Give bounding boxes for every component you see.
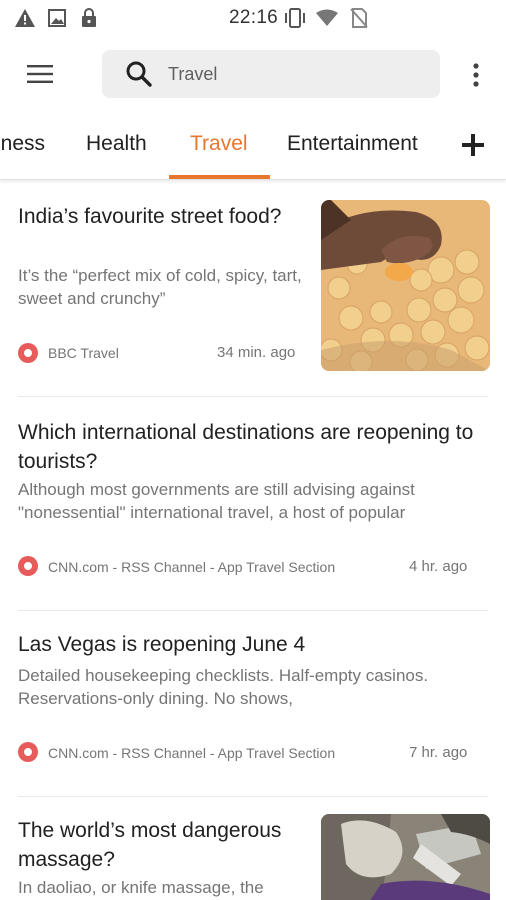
article-card[interactable]: The world’s most dangerous massage? In d… [0, 798, 506, 900]
wifi-icon [316, 7, 338, 29]
article-title: The world’s most dangerous massage? [18, 819, 282, 871]
article-source: CNN.com - RSS Channel - App Travel Secti… [48, 745, 336, 761]
tab-entertainment[interactable]: Entertainment [287, 132, 418, 156]
source-logo-icon [18, 556, 38, 576]
article-time: 7 hr. ago [409, 744, 468, 761]
article-source: CNN.com - RSS Channel - App Travel Secti… [48, 559, 336, 575]
source-logo-icon [18, 742, 38, 762]
article-time: 34 min. ago [217, 344, 296, 361]
no-sim-icon [348, 7, 370, 29]
divider [18, 796, 488, 797]
tab-business[interactable]: iness [0, 132, 45, 156]
category-tabs: iness Health Travel Entertainment [0, 112, 506, 180]
top-toolbar [0, 36, 506, 112]
status-bar: 22:16 [0, 0, 506, 36]
add-tab-icon[interactable] [460, 132, 486, 158]
vibrate-icon [284, 7, 306, 29]
more-options-button[interactable] [462, 58, 490, 92]
article-card[interactable]: Which international destinations are reo… [0, 398, 506, 612]
image-icon [46, 7, 68, 29]
search-input[interactable] [168, 50, 428, 98]
article-snippet: Detailed housekeeping checklists. Half-e… [18, 666, 429, 708]
article-card[interactable]: India’s favourite street food? It’s the … [0, 180, 506, 398]
article-thumbnail [321, 200, 490, 371]
article-snippet: Although most governments are still advi… [18, 480, 415, 522]
source-logo-icon [18, 343, 38, 363]
search-icon [126, 61, 152, 87]
article-source: BBC Travel [48, 345, 119, 361]
article-card[interactable]: Las Vegas is reopening June 4 Detailed h… [0, 612, 506, 798]
article-title: Which international destinations are reo… [18, 421, 474, 473]
active-tab-indicator [169, 175, 270, 179]
article-time: 4 hr. ago [409, 558, 468, 575]
article-title: India’s favourite street food? [18, 205, 282, 228]
article-title: Las Vegas is reopening June 4 [18, 633, 306, 656]
more-vert-icon [473, 63, 479, 87]
article-snippet: In daoliao, or knife massage, the [18, 878, 264, 897]
divider [18, 396, 488, 397]
alert-triangle-icon [14, 7, 36, 29]
lock-icon [78, 7, 100, 29]
tab-health[interactable]: Health [86, 132, 147, 156]
menu-button[interactable] [20, 56, 60, 92]
article-thumbnail [321, 814, 490, 900]
search-bar[interactable] [102, 50, 440, 98]
tab-travel[interactable]: Travel [190, 132, 248, 156]
status-time: 22:16 [229, 7, 279, 28]
hamburger-menu-icon [27, 65, 53, 83]
article-snippet: It’s the “perfect mix of cold, spicy, ta… [18, 266, 302, 308]
divider [18, 610, 488, 611]
